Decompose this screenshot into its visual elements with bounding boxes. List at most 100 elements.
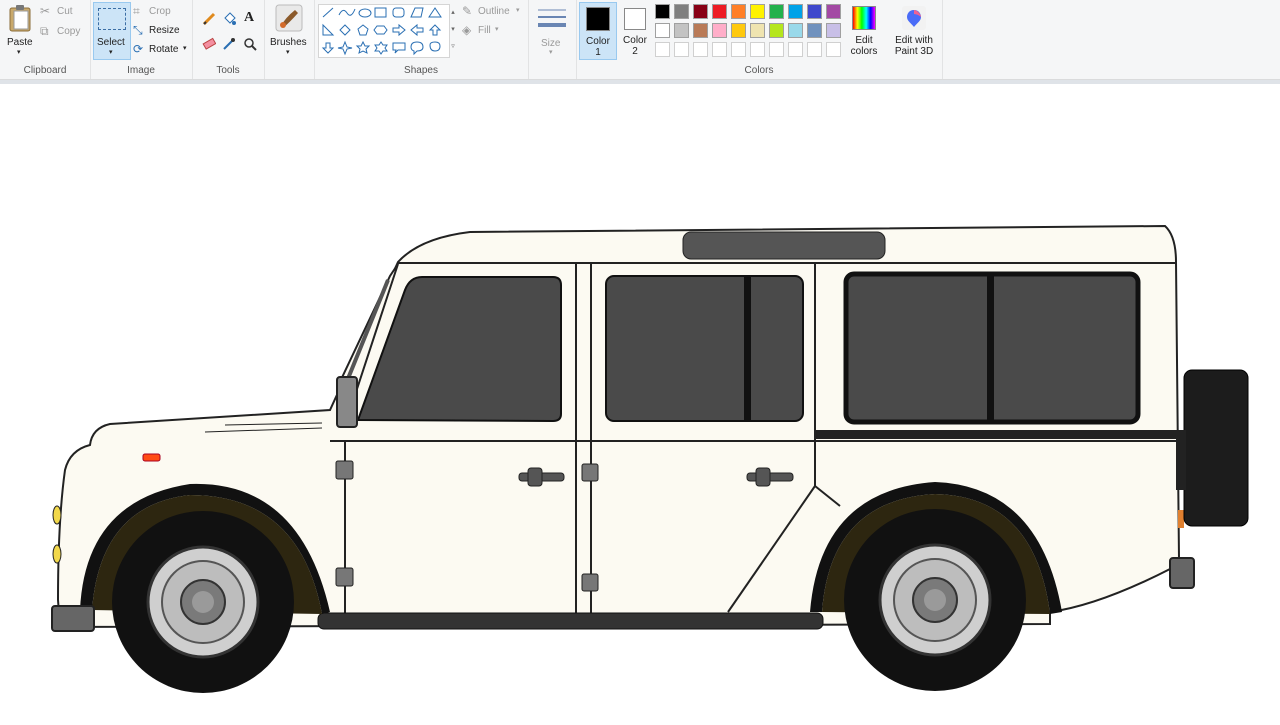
- palette-empty-swatch[interactable]: [693, 42, 708, 57]
- palette-swatch[interactable]: [674, 4, 689, 19]
- edit-colors-button[interactable]: Edit colors: [846, 2, 882, 58]
- select-button[interactable]: Select ▾: [93, 2, 131, 60]
- palette-empty-swatch[interactable]: [655, 42, 670, 57]
- palette-swatch[interactable]: [655, 23, 670, 38]
- clipboard-icon: [9, 5, 31, 32]
- rotate-icon: ⟳: [133, 42, 144, 56]
- color2-button[interactable]: Color 2: [618, 2, 652, 58]
- shapes-scroll[interactable]: ▴ ▾ ▿: [449, 4, 457, 56]
- palette-empty-swatch[interactable]: [788, 42, 803, 57]
- resize-icon: ⤡: [133, 23, 143, 37]
- palette-swatch[interactable]: [826, 23, 841, 38]
- colors-group: Color 1 Color 2 Edit colors Edit with Pa…: [576, 0, 943, 79]
- rainbow-icon: [852, 6, 876, 30]
- palette-empty-swatch[interactable]: [712, 42, 727, 57]
- palette-swatch[interactable]: [769, 23, 784, 38]
- palette-swatch[interactable]: [807, 23, 822, 38]
- cut-label: Cut: [57, 6, 73, 17]
- cut-button[interactable]: ✂ Cut: [40, 4, 86, 20]
- side-indicator: [142, 453, 161, 462]
- clipboard-group-label: Clipboard: [23, 65, 67, 76]
- palette-swatch[interactable]: [693, 4, 708, 19]
- door-hinge: [335, 460, 354, 480]
- text-icon[interactable]: A: [244, 10, 254, 26]
- palette-empty-swatch[interactable]: [674, 42, 689, 57]
- fill-icon: ◈: [462, 23, 472, 37]
- door-hinge: [335, 567, 354, 587]
- tail-light: [1178, 510, 1184, 528]
- crop-label: Crop: [149, 6, 171, 17]
- clipboard-group: Paste ▾ ✂ Cut ⧉ Copy Clipboard: [0, 0, 91, 79]
- spare-tire-mount: [1176, 430, 1186, 490]
- drawing-canvas[interactable]: [0, 84, 1280, 720]
- chevron-down-icon: ▾: [286, 49, 290, 56]
- palette-swatch[interactable]: [731, 23, 746, 38]
- palette-swatch[interactable]: [655, 4, 670, 19]
- copy-icon: ⧉: [40, 24, 49, 38]
- palette-swatch[interactable]: [674, 23, 689, 38]
- shapes-group-label: Shapes: [404, 65, 438, 76]
- image-group: Select ▾ ⌗ Crop ⤡ Resize ⟳ Rotate ▾ Imag…: [90, 0, 193, 79]
- resize-label: Resize: [149, 25, 180, 36]
- shapes-gallery[interactable]: [318, 4, 450, 58]
- rear-door-window: [605, 275, 804, 422]
- outline-button[interactable]: ✎ Outline ▾: [462, 4, 524, 20]
- magnifier-icon[interactable]: [243, 37, 257, 51]
- resize-button[interactable]: ⤡ Resize: [133, 23, 189, 39]
- window-divider: [744, 276, 751, 421]
- chevron-down-icon: ▾: [516, 7, 520, 14]
- select-label: Select: [97, 37, 125, 48]
- size-group: Size ▾: [528, 0, 577, 79]
- rotate-label: Rotate: [149, 44, 179, 55]
- palette-empty-swatch[interactable]: [807, 42, 822, 57]
- pencil-icon[interactable]: [202, 12, 216, 26]
- palette-empty-swatch[interactable]: [731, 42, 746, 57]
- brushes-button[interactable]: Brushes ▾: [268, 2, 310, 58]
- image-group-label: Image: [127, 65, 155, 76]
- rotate-button[interactable]: ⟳ Rotate ▾: [133, 42, 189, 58]
- crop-button[interactable]: ⌗ Crop: [133, 4, 189, 20]
- color-picker-icon[interactable]: [222, 37, 236, 51]
- palette-swatch[interactable]: [712, 23, 727, 38]
- palette-swatch[interactable]: [788, 4, 803, 19]
- select-rect-icon: [98, 8, 126, 30]
- sill: [317, 612, 824, 630]
- edit-colors-label: Edit colors: [850, 35, 878, 57]
- color2-label: Color 2: [623, 35, 647, 57]
- shapes-group: ▴ ▾ ▿ ✎ Outline ▾ ◈ Fill ▾ Shapes: [314, 0, 529, 79]
- palette-swatch[interactable]: [750, 4, 765, 19]
- palette-empty-swatch[interactable]: [826, 42, 841, 57]
- eraser-icon[interactable]: [202, 37, 216, 51]
- rear-wheel: [844, 509, 1026, 691]
- door-hinge: [581, 573, 599, 592]
- fog-light: [52, 505, 62, 525]
- palette-swatch[interactable]: [807, 4, 822, 19]
- side-stripe: [815, 430, 1177, 439]
- chevron-down-icon: ▾: [549, 49, 553, 56]
- palette-swatch[interactable]: [750, 23, 765, 38]
- palette-swatch[interactable]: [693, 23, 708, 38]
- palette-swatch[interactable]: [731, 4, 746, 19]
- palette-swatch[interactable]: [712, 4, 727, 19]
- palette-swatch[interactable]: [788, 23, 803, 38]
- palette-swatch[interactable]: [769, 4, 784, 19]
- ribbon: Paste ▾ ✂ Cut ⧉ Copy Clipboard Select ▾ …: [0, 0, 1280, 80]
- chevron-down-icon: ▾: [495, 26, 499, 33]
- vehicle-drawing: [51, 224, 1249, 693]
- copy-button[interactable]: ⧉ Copy: [40, 24, 86, 40]
- color1-label: Color 1: [586, 36, 610, 58]
- chevron-down-icon: ▾: [183, 45, 187, 52]
- scissors-icon: ✂: [40, 4, 51, 18]
- fill-button[interactable]: ◈ Fill ▾: [462, 23, 524, 39]
- palette-swatch[interactable]: [826, 4, 841, 19]
- palette-empty-swatch[interactable]: [769, 42, 784, 57]
- fog-light: [52, 544, 62, 564]
- paste-button[interactable]: Paste ▾: [4, 2, 36, 58]
- fill-bucket-icon[interactable]: [222, 12, 236, 26]
- color1-swatch: [586, 7, 610, 31]
- size-button[interactable]: Size ▾: [532, 2, 572, 58]
- palette-empty-swatch[interactable]: [750, 42, 765, 57]
- color1-button[interactable]: Color 1: [579, 2, 617, 60]
- paste-label: Paste: [7, 37, 33, 48]
- paint3d-button[interactable]: Edit with Paint 3D: [888, 2, 940, 58]
